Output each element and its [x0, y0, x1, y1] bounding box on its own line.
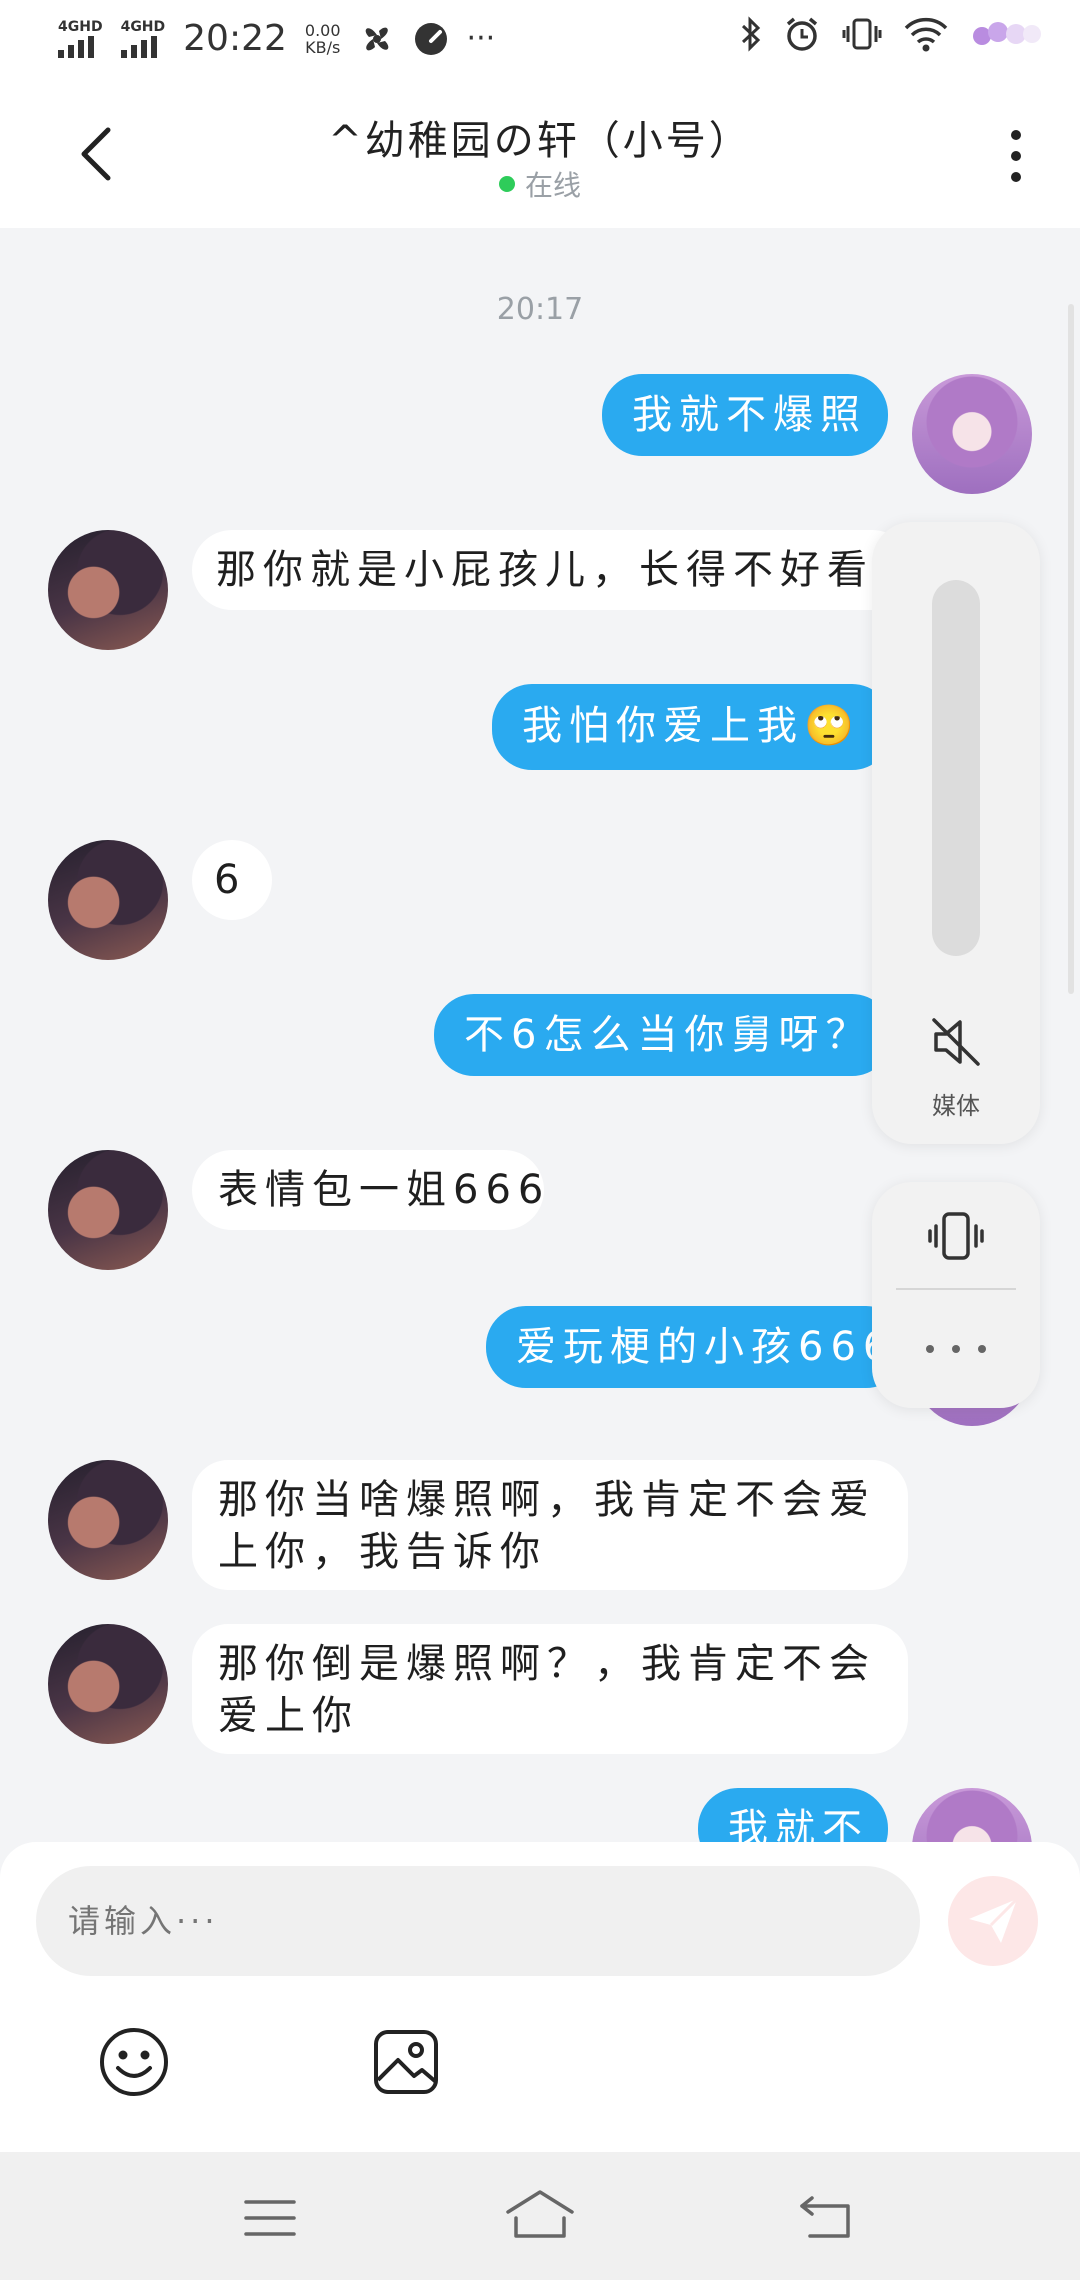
contact-avatar[interactable] — [48, 530, 168, 650]
battery-icon — [973, 22, 1041, 45]
contact-avatar[interactable] — [48, 1624, 168, 1744]
signal-2: 4GHD — [120, 18, 166, 58]
online-dot-icon — [498, 176, 515, 192]
pinwheel-icon — [365, 27, 388, 50]
chat-title: ^幼稚园の轩（小号） — [328, 118, 752, 164]
nav-back-button[interactable] — [798, 2192, 852, 2240]
online-status: 在线 — [0, 164, 1080, 204]
chat-timestamp: 20:17 — [496, 292, 584, 327]
message-bubble-received[interactable]: 那你当啥爆照啊，我肯定不会爱 上你，我告诉你 — [192, 1460, 908, 1590]
net-speed-value: 0.00 — [304, 20, 341, 40]
signal-bars-icon — [120, 35, 157, 58]
media-volume-slider[interactable] — [932, 580, 980, 956]
contact-avatar[interactable] — [48, 1150, 168, 1270]
image-icon — [374, 2030, 438, 2094]
media-volume-label: 媒体 — [932, 1092, 980, 1120]
message-line: 上你，我告诉你 — [218, 1529, 547, 1575]
message-input[interactable] — [36, 1866, 920, 1976]
vibrate-mode-button[interactable] — [926, 1206, 986, 1266]
vibrate-icon — [928, 1212, 984, 1260]
message-bubble-received[interactable]: 6 — [192, 840, 272, 920]
send-button[interactable] — [948, 1876, 1038, 1966]
message-bubble-received[interactable]: 表情包一姐666 — [192, 1150, 544, 1230]
volume-more-button[interactable] — [926, 1334, 986, 1364]
net-speed: 0.00 KB/s — [305, 22, 341, 56]
smiley-icon — [100, 2028, 168, 2096]
message-line: 爱上你 — [218, 1693, 359, 1739]
image-button[interactable] — [370, 2026, 442, 2098]
more-options-button[interactable] — [996, 126, 1036, 186]
signal-bars-icon — [58, 35, 94, 58]
my-avatar[interactable] — [912, 374, 1032, 494]
home-icon — [506, 2190, 574, 2238]
online-status-label: 在线 — [524, 169, 581, 202]
contact-avatar[interactable] — [48, 1460, 168, 1580]
back-icon — [800, 2196, 850, 2238]
clock: 20:22 — [183, 18, 287, 59]
alarm-icon — [786, 17, 818, 51]
home-button[interactable] — [504, 2188, 576, 2240]
message-bubble-sent[interactable]: 不6怎么当你舅呀？ — [434, 994, 892, 1076]
scroll-indicator[interactable] — [1068, 304, 1074, 994]
message-bubble-received[interactable]: 那你倒是爆照啊？，我肯定不会 爱上你 — [192, 1624, 908, 1754]
speedometer-icon — [414, 22, 447, 55]
message-bubble-sent[interactable]: 我怕你爱上我🙄 — [492, 684, 892, 770]
recent-apps-button[interactable] — [242, 2196, 298, 2240]
menu-icon — [244, 2200, 296, 2236]
message-line: 那你倒是爆照啊？，我肯定不会 — [218, 1641, 876, 1687]
net-type-label: 4GHD — [58, 18, 103, 35]
speaker-muted-icon — [932, 1018, 980, 1066]
status-left: 4GHD 4GHD 20:22 0.00 KB/s ··· — [58, 18, 495, 59]
send-icon — [969, 1897, 1019, 1943]
wifi-icon — [904, 17, 948, 52]
bluetooth-icon — [741, 16, 761, 52]
message-line: 那你当啥爆照啊，我肯定不会爱 — [218, 1477, 876, 1523]
net-type-label: 4GHD — [120, 18, 166, 35]
vibrate-icon — [842, 18, 882, 50]
contact-avatar[interactable] — [48, 840, 168, 960]
message-bubble-sent[interactable]: 我就不爆照 — [602, 374, 888, 456]
signal-1: 4GHD — [58, 20, 103, 58]
emoji-button[interactable] — [98, 2026, 170, 2098]
status-more: ··· — [466, 21, 496, 56]
status-right — [740, 16, 1044, 52]
message-bubble-received[interactable]: 那你就是小屁孩儿，长得不好看 — [192, 530, 912, 610]
message-bubble-sent[interactable]: 爱玩梗的小孩666 — [486, 1306, 906, 1388]
divider — [896, 1288, 1016, 1290]
net-speed-unit: KB/s — [305, 37, 341, 57]
media-mute-button[interactable] — [928, 1014, 984, 1070]
